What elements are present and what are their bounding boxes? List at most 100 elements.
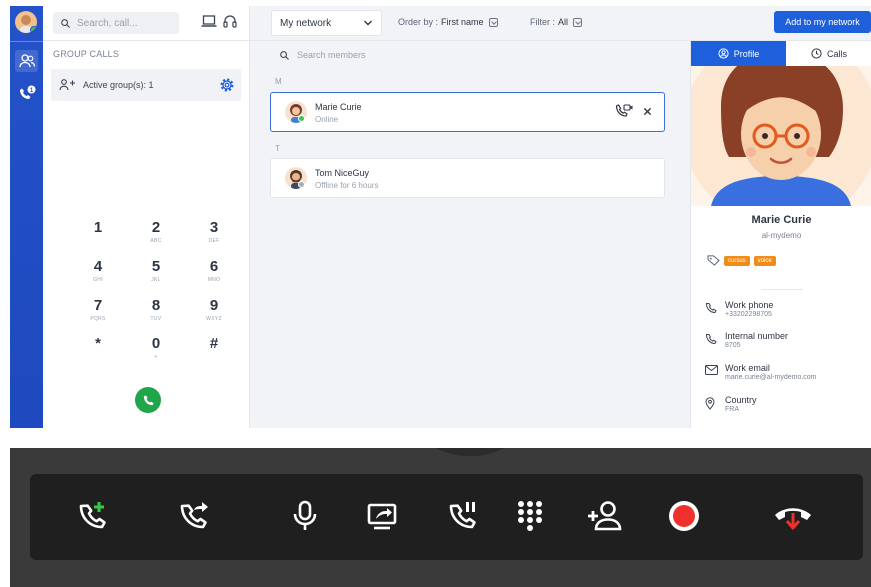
profile-login: al-mydemo: [761, 231, 802, 240]
work-email-value: marie.curie@al-mydemo.com: [725, 374, 817, 381]
search-icon: [280, 50, 289, 60]
add-user-icon: [588, 501, 622, 531]
filter-label: Filter :: [530, 17, 556, 27]
dialpad-icon: [518, 501, 542, 531]
filter-value: All: [558, 17, 569, 27]
headset-icon[interactable]: [223, 14, 237, 28]
mail-icon: [705, 365, 718, 375]
dial-key-1[interactable]: 1: [73, 219, 123, 255]
profile-tabs: Profile Calls: [691, 41, 871, 66]
profile-divider: [761, 289, 803, 290]
dial-key-2[interactable]: 2 ABC: [131, 219, 181, 255]
work-email-title: Work email: [725, 363, 770, 373]
members-toolbar: My network Order by : First name Filter …: [250, 6, 871, 41]
dial-key-3[interactable]: 3 DEF: [189, 219, 239, 255]
phone-badge-icon: 1: [19, 85, 35, 99]
internal-number-value: 8705: [725, 342, 741, 349]
dial-key-8[interactable]: 8 TUV: [131, 297, 181, 333]
filter-dropdown-icon: [573, 17, 583, 27]
member-search-input[interactable]: Search members: [270, 44, 670, 66]
dial-key-star[interactable]: *: [73, 335, 123, 371]
rail-divider: [10, 41, 43, 42]
country-row: Country FRA: [705, 395, 870, 419]
order-by-dropdown-icon: [488, 17, 498, 27]
gear-icon[interactable]: [219, 77, 235, 93]
close-icon[interactable]: [643, 107, 652, 116]
app-window: 1 Search, call... GROUP CALLS Active gro…: [10, 6, 871, 428]
location-icon: [705, 397, 715, 410]
contacts-icon: [18, 54, 35, 68]
network-select[interactable]: My network: [271, 10, 382, 36]
left-toolbar: Search, call...: [43, 6, 250, 41]
active-groups-row[interactable]: Active group(s): 1: [51, 69, 241, 101]
dialpad-button[interactable]: [508, 496, 552, 536]
profile-name: Marie Curie: [751, 214, 812, 226]
tab-profile[interactable]: Profile: [691, 41, 786, 66]
profile-tags: cursus voice: [707, 255, 776, 266]
laptop-icon[interactable]: [201, 14, 217, 28]
left-panel: Search, call... GROUP CALLS Active group…: [43, 6, 250, 428]
dial-key-hash[interactable]: #: [189, 335, 239, 371]
share-screen-icon: [367, 503, 397, 530]
tab-profile-label: Profile: [733, 48, 760, 59]
dial-key-0[interactable]: 0 +: [131, 335, 181, 371]
tag-icon: [707, 255, 720, 266]
transfer-call-button[interactable]: [171, 496, 215, 536]
search-input[interactable]: Search, call...: [53, 12, 179, 34]
search-placeholder: Search, call...: [77, 17, 138, 29]
active-groups-label: Active group(s): 1: [83, 80, 154, 90]
hold-call-button[interactable]: [440, 496, 484, 536]
call-video-icon[interactable]: [615, 104, 633, 118]
work-email-row[interactable]: Work email marie.curie@al-mydemo.com: [705, 363, 870, 387]
add-call-button[interactable]: [70, 496, 114, 536]
member-status: Online: [315, 115, 339, 124]
member-name: Tom NiceGuy: [315, 168, 370, 178]
profile-panel: Profile Calls Marie Curie al-mydemo curs…: [690, 41, 871, 428]
member-search-placeholder: Search members: [297, 50, 366, 60]
filter-control[interactable]: Filter : All: [530, 17, 583, 27]
tab-calls-label: Calls: [826, 48, 847, 59]
member-card-marie-curie[interactable]: Marie Curie Online: [270, 92, 665, 132]
chevron-down-icon: [364, 20, 372, 26]
country-title: Country: [725, 395, 757, 405]
user-circle-icon: [718, 48, 729, 59]
group-letter: T: [275, 144, 280, 153]
presence-offline-icon: [298, 181, 305, 188]
dial-key-6[interactable]: 6 MNO: [189, 258, 239, 294]
internal-number-title: Internal number: [725, 331, 789, 341]
nav-rail: 1: [10, 6, 43, 428]
dial-key-9[interactable]: 9 WXYZ: [189, 297, 239, 333]
phone-icon: [705, 334, 717, 345]
member-name: Marie Curie: [315, 102, 362, 112]
order-by-label: Order by :: [398, 17, 439, 27]
tag-badge: cursus: [724, 255, 750, 266]
network-select-value: My network: [280, 17, 332, 29]
phone-icon: [705, 303, 717, 314]
dial-key-4[interactable]: 4 GHI: [73, 258, 123, 294]
work-phone-row[interactable]: Work phone +33202298705: [705, 300, 870, 324]
calls-nav-button[interactable]: 1: [15, 83, 38, 105]
microphone-button[interactable]: [283, 496, 327, 536]
hang-up-button[interactable]: [765, 496, 821, 536]
country-value: FRA: [725, 406, 739, 413]
clock-icon: [811, 48, 822, 59]
dial-key-7[interactable]: 7 PQRS: [73, 297, 123, 333]
presence-online-icon: [30, 26, 37, 33]
phone-hold-icon: [449, 502, 476, 529]
record-button[interactable]: [662, 496, 706, 536]
call-button[interactable]: [135, 387, 161, 413]
add-participant-button[interactable]: [582, 496, 626, 536]
user-avatar[interactable]: [15, 11, 37, 33]
call-toolbar: [30, 474, 863, 560]
order-by-control[interactable]: Order by : First name: [398, 17, 498, 27]
call-overlay: [10, 448, 871, 587]
contacts-nav-button[interactable]: [15, 50, 38, 72]
member-card-tom-niceguy[interactable]: Tom NiceGuy Offline for 6 hours: [270, 158, 665, 198]
internal-number-row[interactable]: Internal number 8705: [705, 331, 870, 355]
dial-key-5[interactable]: 5 JKL: [131, 258, 181, 294]
tab-calls[interactable]: Calls: [786, 41, 871, 66]
phone-forward-icon: [180, 502, 208, 529]
add-group-icon: [59, 79, 75, 91]
share-screen-button[interactable]: [360, 496, 404, 536]
add-to-network-button[interactable]: Add to my network: [774, 11, 871, 33]
